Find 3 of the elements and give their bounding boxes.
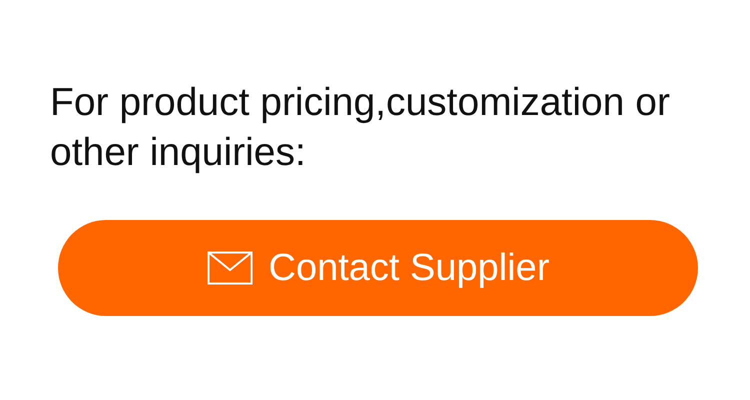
contact-supplier-button[interactable]: Contact Supplier bbox=[58, 220, 698, 316]
inquiry-text: For product pricing,customization or other inquiries: bbox=[50, 80, 671, 176]
envelope-icon bbox=[206, 251, 253, 285]
